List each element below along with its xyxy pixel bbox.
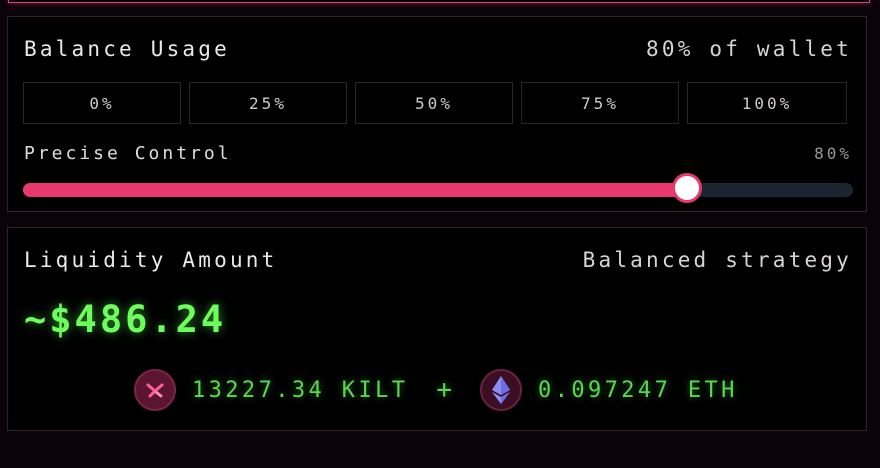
- balance-usage-panel: Balance Usage 80% of wallet 0% 25% 50% 7…: [7, 16, 867, 212]
- preset-buttons: 0% 25% 50% 75% 100%: [23, 82, 847, 124]
- liquidity-amount-panel: Liquidity Amount Balanced strategy ~$486…: [7, 227, 867, 431]
- top-panel-edge: [8, 0, 870, 3]
- balance-slider-track[interactable]: [23, 173, 853, 203]
- preset-25-button[interactable]: 25%: [189, 82, 347, 124]
- liquidity-header: Liquidity Amount Balanced strategy: [24, 248, 852, 272]
- kilt-icon: [134, 369, 176, 411]
- eth-amount: 0.097247 ETH: [538, 377, 738, 403]
- token-breakdown: 13227.34 KILT + 0.097247 ETH: [134, 369, 738, 411]
- balance-slider-thumb[interactable]: [672, 173, 702, 203]
- balance-header: Balance Usage 80% of wallet: [24, 37, 852, 61]
- balance-slider-fill: [23, 183, 687, 197]
- strategy-text: Balanced strategy: [582, 248, 852, 272]
- preset-100-button[interactable]: 100%: [687, 82, 847, 124]
- eth-icon: [480, 369, 523, 411]
- precise-control-label: Precise Control: [24, 143, 232, 164]
- precise-control-value: 80%: [814, 144, 852, 163]
- precise-control-header: Precise Control 80%: [24, 143, 852, 164]
- preset-75-button[interactable]: 75%: [521, 82, 679, 124]
- kilt-amount: 13227.34 KILT: [192, 377, 409, 403]
- liquidity-amount-title: Liquidity Amount: [24, 248, 278, 272]
- balance-usage-title: Balance Usage: [24, 37, 230, 61]
- preset-0-button[interactable]: 0%: [23, 82, 181, 124]
- preset-50-button[interactable]: 50%: [355, 82, 513, 124]
- wallet-usage-text: 80% of wallet: [646, 37, 852, 61]
- liquidity-usd-amount: ~$486.24: [24, 298, 227, 341]
- plus-sign: +: [436, 375, 453, 405]
